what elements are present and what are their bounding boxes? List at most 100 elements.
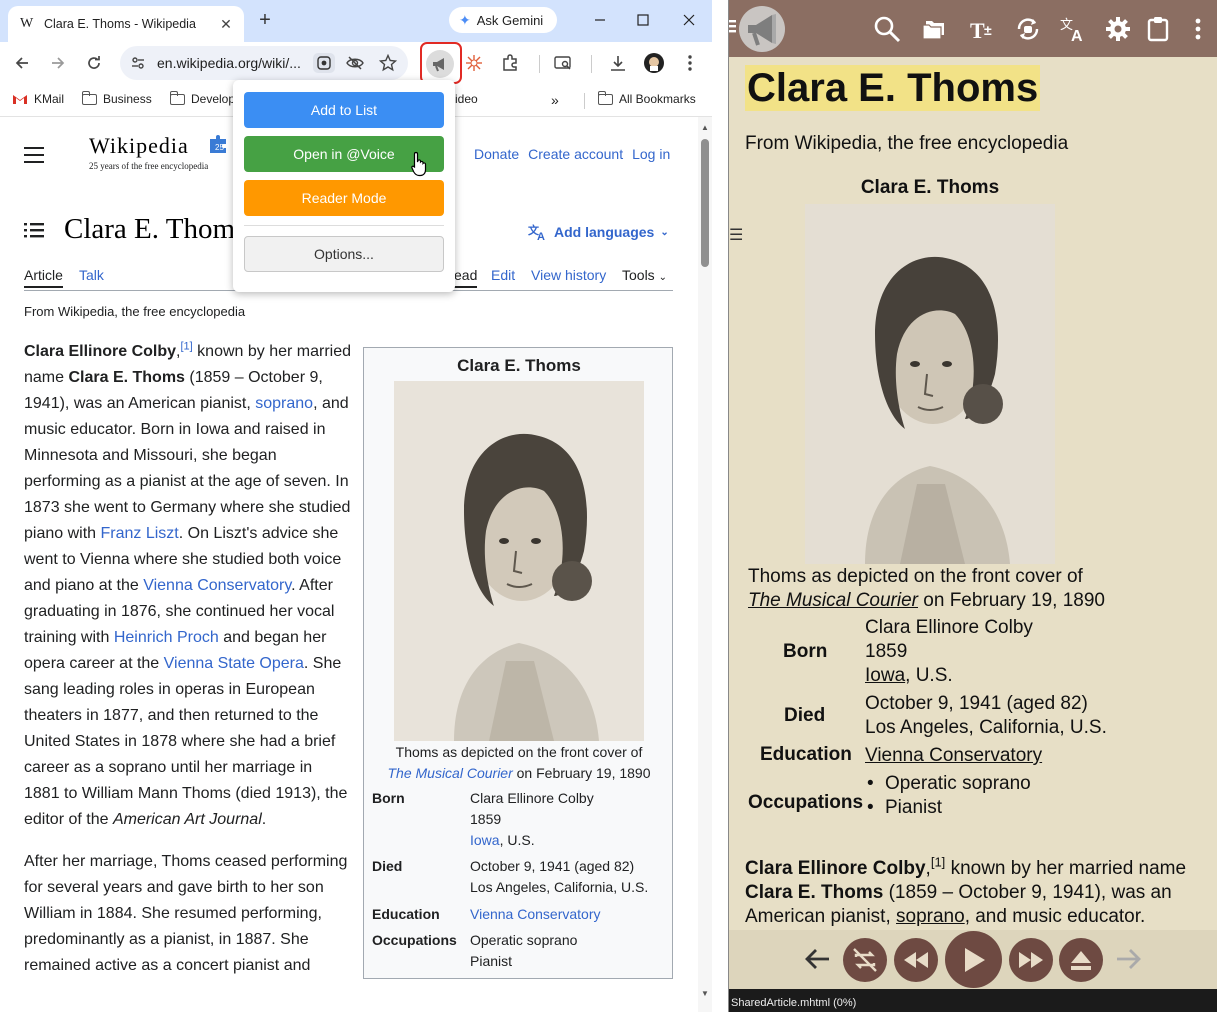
side-menu-handle-icon[interactable]: ☰ xyxy=(729,225,743,245)
browser-tab[interactable]: W Clara E. Thoms - Wikipedia ✕ xyxy=(8,6,244,42)
lens-icon[interactable] xyxy=(313,53,335,73)
main-menu-icon[interactable] xyxy=(24,147,44,163)
options-button[interactable]: Options... xyxy=(244,236,444,272)
atvoice-megaphone-icon xyxy=(426,50,454,78)
rewind-icon xyxy=(904,952,928,968)
occupation-item: Operatic soprano xyxy=(867,772,1031,796)
text-size-icon[interactable]: T ± xyxy=(969,14,999,44)
overflow-menu-icon[interactable] xyxy=(1183,14,1213,44)
tab-view-history[interactable]: View history xyxy=(531,267,606,283)
vienna-conservatory-link[interactable]: Vienna Conservatory xyxy=(470,904,600,925)
scroll-down-icon[interactable]: ▼ xyxy=(701,989,709,998)
bookmark-separator xyxy=(584,93,585,109)
vienna-state-opera-link[interactable]: Vienna State Opera xyxy=(164,655,304,672)
ask-gemini-button[interactable]: ✦ Ask Gemini xyxy=(449,7,557,33)
chevron-down-icon: ⌄ xyxy=(658,272,667,283)
reader-content[interactable]: ☰ Clara E. Thoms From Wikipedia, the fre… xyxy=(729,57,1217,930)
iowa-link[interactable]: Iowa xyxy=(865,665,905,686)
bookmarks-overflow-icon[interactable]: » xyxy=(551,92,559,108)
folders-icon[interactable] xyxy=(920,14,950,44)
soprano-link[interactable]: soprano xyxy=(255,395,313,412)
fast-forward-button[interactable] xyxy=(1009,938,1053,982)
reader-mode-button[interactable]: Reader Mode xyxy=(244,180,444,216)
add-languages-button[interactable]: 文A Add languages ⌄ xyxy=(528,223,669,241)
infobox: Clara E. Thoms Thoms as depicted on the … xyxy=(363,347,673,979)
donate-link[interactable]: Donate xyxy=(474,146,519,162)
svg-text:25: 25 xyxy=(215,143,224,152)
franz-liszt-link[interactable]: Franz Liszt xyxy=(101,525,179,542)
atvoice-megaphone-icon[interactable] xyxy=(739,6,785,52)
play-button[interactable] xyxy=(945,931,1002,988)
clipboard-icon[interactable] xyxy=(1143,14,1173,44)
bookmark-label: All Bookmarks xyxy=(619,92,696,106)
sync-headset-icon[interactable] xyxy=(1013,14,1043,44)
reader-portrait-image[interactable] xyxy=(805,204,1055,564)
repeat-off-button[interactable] xyxy=(843,938,887,982)
svg-text:±: ± xyxy=(984,22,992,38)
forward-arrow-icon[interactable] xyxy=(1115,946,1143,972)
log-in-link[interactable]: Log in xyxy=(632,146,670,162)
minimize-icon[interactable] xyxy=(588,8,612,32)
wikipedia-logo[interactable]: Wikipedia xyxy=(89,133,189,159)
musical-courier-link[interactable]: The Musical Courier xyxy=(387,765,512,781)
translate-icon[interactable]: 文A xyxy=(1059,14,1089,44)
heinrich-proch-link[interactable]: Heinrich Proch xyxy=(114,629,219,646)
vienna-conservatory-link[interactable]: Vienna Conservatory xyxy=(865,745,1042,766)
close-tab-icon[interactable]: ✕ xyxy=(216,14,236,34)
tools-menu[interactable]: Tools ⌄ xyxy=(622,267,667,283)
bookmark-star-icon[interactable] xyxy=(379,54,397,72)
new-tab-icon[interactable]: + xyxy=(254,10,276,32)
citation-link[interactable]: [1] xyxy=(931,855,945,870)
site-info-icon[interactable] xyxy=(130,55,146,71)
extension-sunburst-icon[interactable] xyxy=(462,51,486,75)
reload-icon[interactable] xyxy=(82,51,106,75)
scroll-up-icon[interactable]: ▲ xyxy=(701,123,709,132)
bookmark-video[interactable]: ideo xyxy=(455,92,478,106)
citation-link[interactable]: [1] xyxy=(181,341,193,353)
tab-title: Clara E. Thoms - Wikipedia xyxy=(44,17,196,31)
scrollbar-thumb[interactable] xyxy=(701,139,709,267)
search-icon[interactable] xyxy=(872,14,902,44)
maximize-icon[interactable] xyxy=(631,8,655,32)
close-window-icon[interactable] xyxy=(677,8,701,32)
wikipedia-favicon-icon: W xyxy=(20,16,34,31)
rewind-button[interactable] xyxy=(894,938,938,982)
more-menu-icon[interactable] xyxy=(678,51,702,75)
soprano-link[interactable]: soprano xyxy=(896,906,965,927)
died-label: Died xyxy=(372,858,403,874)
eye-slash-icon[interactable] xyxy=(346,55,364,71)
tab-search-icon[interactable] xyxy=(551,51,575,75)
bookmark-develop[interactable]: Develop xyxy=(170,90,235,106)
forward-arrow-icon[interactable] xyxy=(46,51,70,75)
vienna-conservatory-link[interactable]: Vienna Conservatory xyxy=(143,577,291,594)
body-text: , and music educator. xyxy=(964,906,1146,927)
iowa-link[interactable]: Iowa xyxy=(470,832,500,848)
address-bar[interactable]: en.wikipedia.org/wiki/... xyxy=(120,46,408,80)
bookmark-all-bookmarks[interactable]: All Bookmarks xyxy=(598,90,696,106)
back-arrow-icon[interactable] xyxy=(10,51,34,75)
portrait-image[interactable] xyxy=(394,381,644,741)
add-to-list-button[interactable]: Add to List xyxy=(244,92,444,128)
born-name: Clara Ellinore Colby xyxy=(865,617,1033,638)
download-icon[interactable] xyxy=(606,51,630,75)
atvoice-extension-button[interactable] xyxy=(420,42,462,84)
musical-courier-link[interactable]: The Musical Courier xyxy=(748,590,918,611)
create-account-link[interactable]: Create account xyxy=(528,146,623,162)
bookmark-business[interactable]: Business xyxy=(82,90,152,106)
gear-icon[interactable] xyxy=(1103,14,1133,44)
chevron-down-icon: ⌄ xyxy=(660,226,669,238)
drawer-menu-icon[interactable] xyxy=(729,18,736,34)
extensions-puzzle-icon[interactable] xyxy=(498,51,522,75)
tab-article[interactable]: Article xyxy=(24,267,63,288)
back-arrow-icon[interactable] xyxy=(803,946,831,972)
page-scrollbar[interactable]: ▲ ▼ xyxy=(698,117,712,1012)
table-of-contents-icon[interactable] xyxy=(24,222,44,238)
tab-edit[interactable]: Edit xyxy=(491,267,515,283)
tab-talk[interactable]: Talk xyxy=(79,267,104,283)
born-place: Iowa, U.S. xyxy=(865,664,1033,688)
eject-button[interactable] xyxy=(1059,938,1103,982)
bookmark-kmail[interactable]: KMail xyxy=(12,92,64,106)
died-place: Los Angeles, California, U.S. xyxy=(865,717,1107,738)
tab-read[interactable]: ead xyxy=(454,267,478,288)
profile-avatar[interactable] xyxy=(642,51,666,75)
